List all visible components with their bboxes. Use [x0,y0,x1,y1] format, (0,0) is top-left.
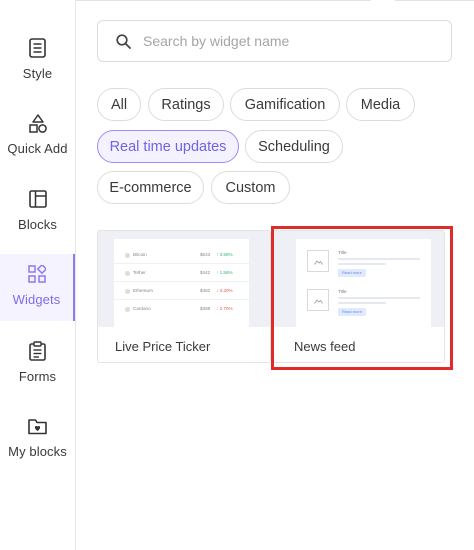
sidebar-item-forms[interactable]: Forms [0,341,75,409]
ticker-row: Ethereum $482 ↓ 3.30% [114,283,249,300]
widget-card-title: Live Price Ticker [115,339,211,354]
ticker-row: Cardano $388 ↓ 2.70% [114,301,249,318]
style-doc-icon [28,38,48,58]
widget-card-title: News feed [294,339,356,354]
search-icon [116,33,131,49]
widgets-grid-icon [27,264,47,284]
shapes-icon [28,113,48,133]
sidebar-item-label: Quick Add [7,141,68,156]
chip-all[interactable]: All [97,88,141,121]
widget-card-live-price-ticker[interactable]: Bitcoin $543 ↑ 3.56% Tether $442 ↑ 1.56%… [97,230,271,363]
chip-custom[interactable]: Custom [211,171,290,204]
blocks-layout-icon [28,189,48,209]
sidebar-item-my-blocks[interactable]: My blocks [0,416,75,484]
widget-preview: Title Read more Title Read more [272,231,444,327]
sidebar-item-label: Blocks [18,217,57,232]
news-feed-preview: Title Read more Title Read more [296,239,431,327]
chip-media[interactable]: Media [346,88,415,121]
chip-real-time-updates[interactable]: Real time updates [97,130,239,163]
news-item: Title Read more [307,289,427,319]
search-box[interactable] [97,20,452,62]
chip-e-commerce[interactable]: E-commerce [97,171,204,204]
folder-heart-icon [28,416,48,436]
widget-card-news-feed[interactable]: Title Read more Title Read more News fee… [271,230,445,363]
chip-ratings[interactable]: Ratings [148,88,224,121]
clipboard-icon [28,341,48,361]
image-placeholder-icon [307,289,329,311]
sidebar-item-label: My blocks [8,444,67,459]
news-item: Title Read more [307,250,427,280]
sidebar-item-label: Forms [18,369,57,384]
search-input[interactable] [143,33,423,49]
image-placeholder-icon [307,250,329,272]
sidebar-item-blocks[interactable]: Blocks [0,189,75,257]
sidebar-item-label: Style [22,66,53,81]
sidebar-item-style[interactable]: Style [0,38,75,106]
price-ticker-preview: Bitcoin $543 ↑ 3.56% Tether $442 ↑ 1.56%… [114,239,249,327]
sidebar-item-label: Widgets [12,292,61,307]
ticker-row: Tether $442 ↑ 1.56% [114,265,249,282]
chip-gamification[interactable]: Gamification [230,88,340,121]
sidebar-item-quick-add[interactable]: Quick Add [0,113,75,181]
widget-preview: Bitcoin $543 ↑ 3.56% Tether $442 ↑ 1.56%… [98,231,270,327]
chip-scheduling[interactable]: Scheduling [245,130,343,163]
sidebar: Style Quick Add Blocks Widgets Forms My … [0,0,76,550]
ticker-row: Bitcoin $543 ↑ 3.56% [114,247,249,264]
sidebar-item-widgets[interactable]: Widgets [0,254,75,321]
